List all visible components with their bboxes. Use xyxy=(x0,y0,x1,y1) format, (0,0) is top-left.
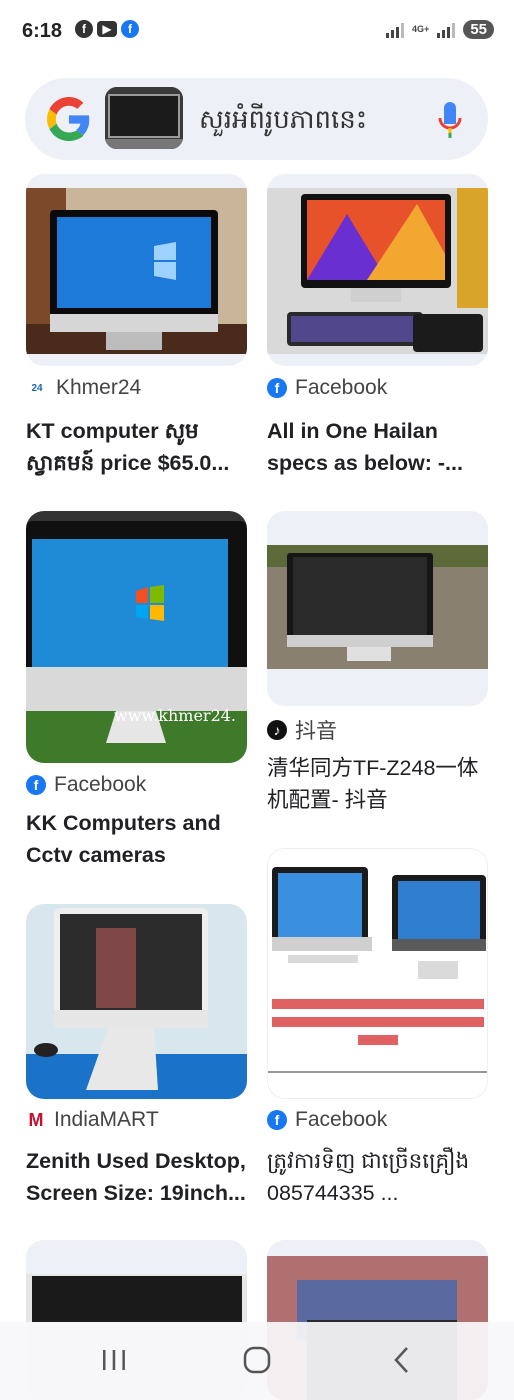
home-icon[interactable] xyxy=(237,1340,277,1380)
result-title[interactable]: 清华同方TF-Z248一体机配置- 抖音 xyxy=(267,752,492,816)
youtube-icon: ▶ xyxy=(97,21,117,37)
result-card[interactable]: ♪ 抖音 清华同方TF-Z248一体机配置- 抖音 xyxy=(267,511,488,831)
facebook-icon: f xyxy=(26,775,46,795)
result-source: M IndiaMART xyxy=(26,1108,159,1132)
result-image[interactable]: www.khmer24. xyxy=(26,511,247,763)
search-query-text[interactable]: សួរអំពីរូបភាពនេះ xyxy=(199,103,367,141)
result-image[interactable] xyxy=(267,511,488,706)
lens-search-bar[interactable]: សួរអំពីរូបភាពនេះ xyxy=(25,78,488,160)
result-card[interactable]: M IndiaMART Zenith Used Desktop, Screen … xyxy=(26,904,247,1224)
result-card[interactable]: 24 Khmer24 KT computer សូម ស្វាគមន៍ pric… xyxy=(26,174,247,494)
query-image-thumbnail[interactable] xyxy=(105,87,183,149)
result-title[interactable]: KT computer សូម ស្វាគមន៍ price $65.0... xyxy=(26,415,251,479)
cell-signal-icon xyxy=(437,22,456,38)
network-type: 4G+ xyxy=(412,24,430,34)
result-source: f Facebook xyxy=(267,1108,387,1132)
source-name: Facebook xyxy=(54,773,147,796)
douyin-icon: ♪ xyxy=(267,720,287,740)
status-bar: 6:18 f ▶ f 4G+ 55 xyxy=(0,0,514,64)
result-title[interactable]: KK Computers and Cctv cameras xyxy=(26,807,251,871)
result-title[interactable]: ត្រូវការទិញ ជាច្រើនគ្រឿង 085744335 ... xyxy=(267,1145,492,1209)
facebook-icon: f xyxy=(121,20,139,38)
status-time: 6:18 xyxy=(22,20,63,42)
result-image[interactable] xyxy=(26,174,247,366)
notification-icons: f ▶ f xyxy=(75,20,139,38)
result-source: ♪ 抖音 xyxy=(267,715,337,745)
facebook-icon: f xyxy=(267,1110,287,1130)
result-image[interactable] xyxy=(267,848,488,1099)
recent-apps-icon[interactable] xyxy=(94,1340,134,1380)
result-source: 24 Khmer24 xyxy=(26,376,141,400)
result-source: f Facebook xyxy=(267,376,387,400)
mic-icon[interactable] xyxy=(438,100,462,140)
wifi-signal-icon xyxy=(386,22,405,38)
indiamart-icon: M xyxy=(26,1110,46,1130)
result-title[interactable]: Zenith Used Desktop, Screen Size: 19inch… xyxy=(26,1145,251,1209)
facebook-icon: f xyxy=(75,20,93,38)
result-card[interactable]: f Facebook All in One Hailan specs as be… xyxy=(267,174,488,494)
source-name: Facebook xyxy=(295,376,388,399)
result-source: f Facebook xyxy=(26,773,146,797)
source-name: Khmer24 xyxy=(56,376,142,399)
result-card[interactable]: www.khmer24. f Facebook KK Computers and… xyxy=(26,511,247,871)
khmer24-icon: 24 xyxy=(26,378,48,398)
result-title[interactable]: All in One Hailan specs as below: -... xyxy=(267,415,492,479)
system-nav-bar xyxy=(0,1322,514,1400)
result-image[interactable] xyxy=(267,174,488,366)
source-name: IndiaMART xyxy=(54,1108,159,1131)
result-image[interactable] xyxy=(26,904,247,1099)
back-icon[interactable] xyxy=(382,1340,422,1380)
battery-level: 55 xyxy=(463,20,494,39)
watermark-text: www.khmer24. xyxy=(114,706,236,725)
source-name: Facebook xyxy=(295,1108,388,1131)
facebook-icon: f xyxy=(267,378,287,398)
google-logo-icon xyxy=(47,97,90,141)
result-card[interactable]: f Facebook ត្រូវការទិញ ជាច្រើនគ្រឿង 0857… xyxy=(267,848,488,1208)
source-name: 抖音 xyxy=(295,720,337,743)
